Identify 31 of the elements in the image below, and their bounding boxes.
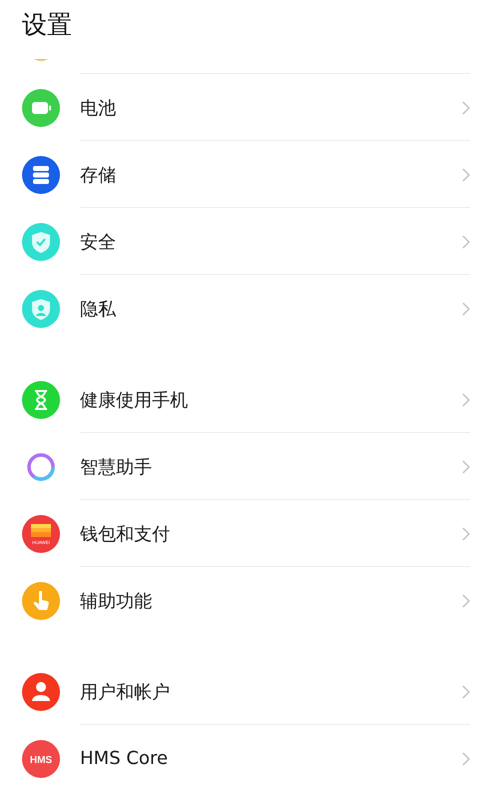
- item-label: HMS Core: [80, 748, 169, 769]
- chevron-icon: [462, 594, 470, 608]
- settings-item[interactable]: 用户和帐户: [0, 658, 500, 725]
- item-label: 健康使用手机: [80, 388, 189, 412]
- chevron-icon: [462, 302, 470, 316]
- settings-item[interactable]: 健康使用手机: [0, 366, 500, 433]
- item-label: 辅助功能: [80, 590, 153, 612]
- settings-item[interactable]: HMS HMS Core: [0, 725, 500, 785]
- chevron-icon: [462, 526, 470, 540]
- item-label: 安全: [80, 230, 117, 254]
- chevron-icon: [462, 684, 470, 698]
- chevron-icon: [462, 234, 470, 248]
- item-label: 隐私: [80, 298, 117, 320]
- chevron-icon: [462, 168, 470, 182]
- badge-icon: HMS: [22, 740, 60, 778]
- chevron-icon: [462, 100, 470, 114]
- settings-item[interactable]: 辅助功能: [0, 567, 500, 634]
- chevron-icon: [462, 460, 470, 474]
- item-label: 存储: [80, 164, 117, 186]
- settings-item[interactable]: 智慧助手: [0, 433, 500, 500]
- item-label: 钱包和支付: [80, 522, 171, 546]
- item-label: 用户和帐户: [80, 680, 171, 704]
- chevron-icon: [462, 392, 470, 406]
- item-label: 电池: [80, 96, 117, 120]
- settings-item[interactable]: 隐私: [0, 275, 500, 342]
- settings-item[interactable]: 电池: [0, 74, 500, 141]
- chevron-icon: [462, 752, 470, 766]
- settings-item[interactable]: 安全: [0, 208, 500, 275]
- item-label: 智慧助手: [80, 456, 153, 478]
- settings-item[interactable]: 存储: [0, 141, 500, 208]
- page-title: 设置: [21, 9, 73, 41]
